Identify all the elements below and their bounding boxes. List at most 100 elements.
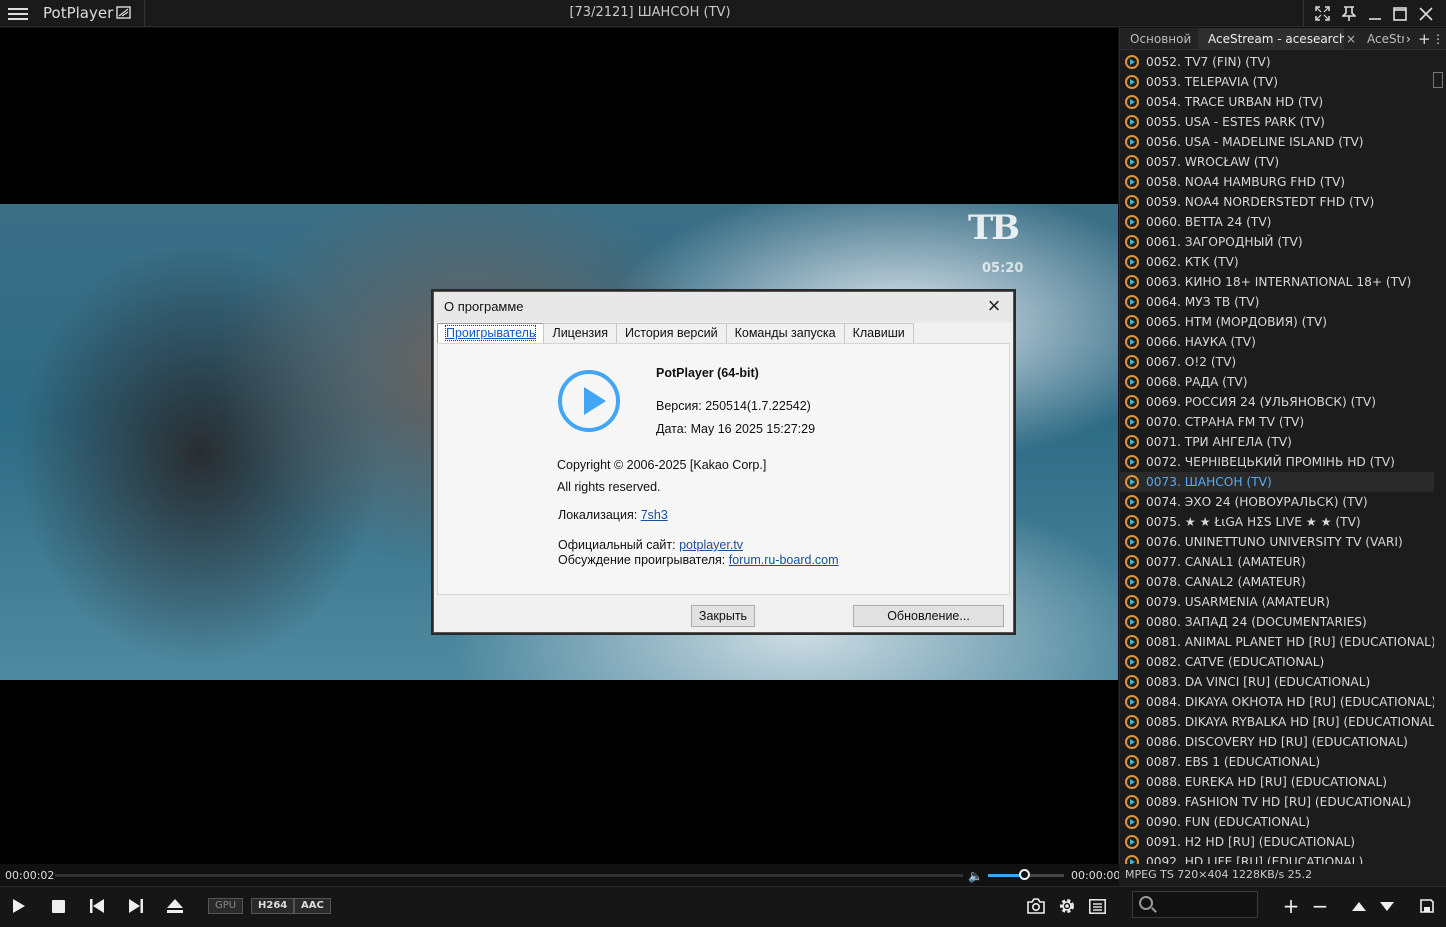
playlist-item[interactable]: 0077. CANAL1 (AMATEUR) [1120, 552, 1434, 572]
stream-play-icon [1125, 455, 1139, 469]
gear-icon[interactable] [1056, 895, 1078, 917]
playlist-item[interactable]: 0083. DA VINCI [RU] (EDUCATIONAL) [1120, 672, 1434, 692]
video-codec-badge[interactable]: H264 [251, 898, 295, 914]
playlist-item[interactable]: 0060. BETTA 24 (TV) [1120, 212, 1434, 232]
stream-play-icon [1125, 595, 1139, 609]
maximize-icon[interactable] [1387, 0, 1413, 27]
camera-icon[interactable] [1025, 895, 1047, 917]
localization-link[interactable]: 7sh3 [641, 508, 668, 522]
tab-acestream-acesearch[interactable]: AceStream - acesearch [1198, 28, 1344, 50]
tab-scroll-right-icon[interactable]: › [1406, 28, 1418, 50]
playlist-item[interactable]: 0062. КТК (TV) [1120, 252, 1434, 272]
playlist-item[interactable]: 0086. DISCOVERY HD [RU] (EDUCATIONAL) [1120, 732, 1434, 752]
save-icon[interactable] [1416, 895, 1438, 917]
playlist-item[interactable]: 0066. НАУКА (TV) [1120, 332, 1434, 352]
playlist-item-label: 0083. DA VINCI [RU] (EDUCATIONAL) [1146, 675, 1371, 689]
audio-codec-badge[interactable]: AAC [294, 898, 331, 914]
playlist-item[interactable]: 0065. НТМ (МОРДОВИЯ) (TV) [1120, 312, 1434, 332]
playlist-item[interactable]: 0087. EBS 1 (EDUCATIONAL) [1120, 752, 1434, 772]
playlist-item[interactable]: 0052. TV7 (FIN) (TV) [1120, 52, 1434, 72]
plus-icon[interactable]: + [1280, 894, 1302, 918]
tab-version-history[interactable]: История версий [616, 323, 727, 343]
tab-hotkeys[interactable]: Клавиши [843, 323, 914, 343]
stream-play-icon [1125, 375, 1139, 389]
next-icon[interactable] [125, 895, 147, 917]
playlist-item[interactable]: 0075. ★ ★ ŁιGA HΣS LIVE ★ ★ (TV) [1120, 512, 1434, 532]
stop-icon[interactable] [47, 895, 69, 917]
playlist-item[interactable]: 0081. ANIMAL PLANET HD [RU] (EDUCATIONAL… [1120, 632, 1434, 652]
play-icon[interactable] [8, 895, 30, 917]
playlist-item[interactable]: 0064. МУЗ ТВ (TV) [1120, 292, 1434, 312]
minus-icon[interactable]: − [1309, 894, 1331, 918]
playlist-item[interactable]: 0080. ЗАПАД 24 (DOCUMENTARIES) [1120, 612, 1434, 632]
tab-command-line[interactable]: Команды запуска [725, 323, 845, 343]
fullscreen-icon[interactable] [1309, 0, 1335, 27]
playlist-item[interactable]: 0084. DIKAYA OKHOTA HD [RU] (EDUCATIONAL… [1120, 692, 1434, 712]
playlist-icon[interactable] [1086, 895, 1108, 917]
playlist-item[interactable]: 0079. USARMENIA (AMATEUR) [1120, 592, 1434, 612]
dialog-close-icon[interactable]: × [983, 295, 1005, 317]
playlist-scrollbar[interactable] [1433, 72, 1443, 88]
playlist-item[interactable]: 0057. WROCŁAW (TV) [1120, 152, 1434, 172]
build-date: Дата: May 16 2025 15:27:29 [656, 422, 816, 436]
playlist-item[interactable]: 0092. HD LIFE [RU] (EDUCATIONAL) [1120, 852, 1434, 864]
playlist-item[interactable]: 0074. ЭХО 24 (НОВОУРАЛЬСК) (TV) [1120, 492, 1434, 512]
playlist-item[interactable]: 0063. КИНО 18+ INTERNATIONAL 18+ (TV) [1120, 272, 1434, 292]
playlist-item[interactable]: 0073. ШАНСОН (TV) [1120, 472, 1434, 492]
gpu-badge[interactable]: GPU [208, 898, 244, 914]
volume-icon[interactable]: 🔈 [968, 869, 983, 883]
minimize-icon[interactable] [1362, 0, 1388, 27]
stream-play-icon [1125, 635, 1139, 649]
playlist-item[interactable]: 0072. ЧЕРНІВЕЦЬКИЙ ПРОМІНЬ HD (TV) [1120, 452, 1434, 472]
playlist-item[interactable]: 0067. O!2 (TV) [1120, 352, 1434, 372]
tab-add-icon[interactable]: + [1418, 28, 1430, 50]
tab-license[interactable]: Лицензия [543, 323, 618, 343]
copyright-text: Copyright © 2006-2025 [Kakao Corp.] [557, 458, 767, 472]
playlist-item[interactable]: 0090. FUN (EDUCATIONAL) [1120, 812, 1434, 832]
tab-close-icon[interactable]: × [1344, 28, 1358, 50]
volume-knob[interactable] [1019, 869, 1030, 880]
playlist-item[interactable]: 0089. FASHION TV HD [RU] (EDUCATIONAL) [1120, 792, 1434, 812]
playlist-item[interactable]: 0078. CANAL2 (AMATEUR) [1120, 572, 1434, 592]
playlist-item[interactable]: 0085. DIKAYA RYBALKA HD [RU] (EDUCATIONA… [1120, 712, 1434, 732]
rights-text: All rights reserved. [557, 480, 661, 494]
playlist-item[interactable]: 0076. UNINETTUNO UNIVERSITY TV (VARI) [1120, 532, 1434, 552]
playlist-item[interactable]: 0058. NOA4 HAMBURG FHD (TV) [1120, 172, 1434, 192]
seek-bar[interactable] [55, 874, 963, 877]
close-icon[interactable] [1413, 0, 1439, 27]
playlist[interactable]: 0052. TV7 (FIN) (TV) 0053. TELEPAVIA (TV)… [1120, 52, 1434, 864]
playlist-item[interactable]: 0071. ТРИ АНГЕЛА (TV) [1120, 432, 1434, 452]
previous-icon[interactable] [86, 895, 108, 917]
site-link[interactable]: potplayer.tv [679, 538, 743, 552]
stream-play-icon [1125, 55, 1139, 69]
playlist-item[interactable]: 0068. РАДА (TV) [1120, 372, 1434, 392]
playlist-item[interactable]: 0091. H2 HD [RU] (EDUCATIONAL) [1120, 832, 1434, 852]
tab-acestream-2[interactable]: AceStre [1364, 28, 1404, 50]
forum-link[interactable]: forum.ru-board.com [729, 553, 839, 567]
playlist-item-label: 0081. ANIMAL PLANET HD [RU] (EDUCATIONAL… [1146, 635, 1434, 649]
eject-icon[interactable] [164, 895, 186, 917]
playlist-search-input[interactable] [1132, 891, 1258, 918]
close-button[interactable]: Закрыть [691, 605, 755, 627]
pin-icon[interactable] [1336, 0, 1362, 27]
playlist-item[interactable]: 0069. РОССИЯ 24 (УЛЬЯНОВСК) (TV) [1120, 392, 1434, 412]
playlist-item[interactable]: 0088. EUREKA HD [RU] (EDUCATIONAL) [1120, 772, 1434, 792]
playlist-item-label: 0067. O!2 (TV) [1146, 355, 1237, 369]
playlist-item[interactable]: 0082. CATVE (EDUCATIONAL) [1120, 652, 1434, 672]
update-button[interactable]: Обновление... [853, 605, 1004, 627]
tab-main[interactable]: Основной [1120, 28, 1197, 50]
stream-play-icon [1125, 335, 1139, 349]
playlist-item[interactable]: 0054. TRACE URBAN HD (TV) [1120, 92, 1434, 112]
playlist-item[interactable]: 0055. USA - ESTES PARK (TV) [1120, 112, 1434, 132]
arrow-up-icon[interactable] [1348, 895, 1370, 917]
playlist-item[interactable]: 0056. USA - MADELINE ISLAND (TV) [1120, 132, 1434, 152]
playlist-item[interactable]: 0059. NOA4 NORDERSTEDT FHD (TV) [1120, 192, 1434, 212]
tab-player[interactable]: Проигрыватель [437, 323, 545, 343]
playlist-item[interactable]: 0061. ЗАГОРОДНЫЙ (TV) [1120, 232, 1434, 252]
tab-list-icon[interactable]: ⋮ [1432, 28, 1444, 50]
stream-play-icon [1125, 195, 1139, 209]
playlist-item[interactable]: 0053. TELEPAVIA (TV) [1120, 72, 1434, 92]
arrow-down-icon[interactable] [1376, 895, 1398, 917]
playlist-item[interactable]: 0070. СТРАНА FM TV (TV) [1120, 412, 1434, 432]
playlist-item-label: 0056. USA - MADELINE ISLAND (TV) [1146, 135, 1364, 149]
